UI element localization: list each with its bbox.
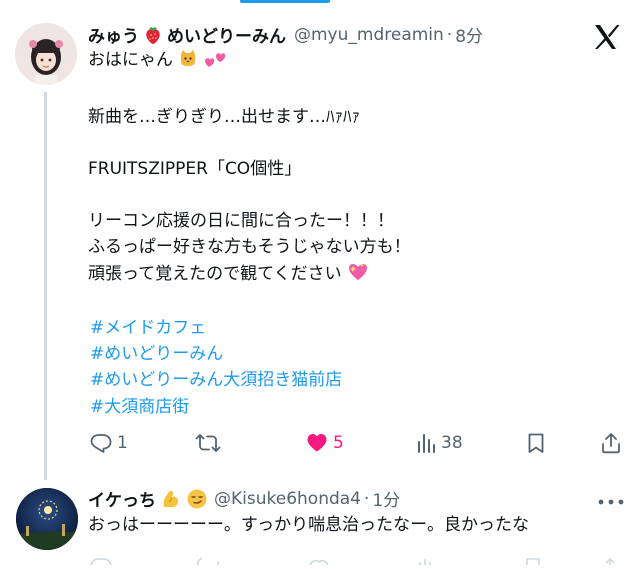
tweet-text-segment: 頑張って覚えたので観てください [88,264,342,284]
like-count: 5 [333,433,344,453]
repost-icon [195,434,221,452]
tweet-text-line: 頑張って覚えたので観てください [88,260,369,290]
flexed-biceps-icon [160,488,182,510]
author-name-suffix[interactable]: めいどりーみん [167,22,286,47]
heart-filled-icon [307,434,327,452]
sparkling-heart-icon [347,260,369,290]
views-count: 38 [441,433,463,453]
hashtag-link[interactable]: #メイドカフェ [90,313,206,338]
bookmark-button[interactable] [526,430,546,456]
author-name[interactable]: みゅう [88,22,139,47]
thread-connector [44,92,47,480]
separator-dot: · [364,488,370,509]
hashtag-link[interactable]: #めいどりーみん大須招き猫前店 [90,365,342,390]
repost-button[interactable] [195,430,221,456]
tweet-text-line: ふるっぱー好きな方もそうじゃない方も！ [88,237,411,257]
reply-author-avatar[interactable] [16,488,78,550]
greeting-text: おはにゃん [88,50,173,70]
tweet-header: みゅう めいどりーみん @myu_mdreamin · 8分 [88,22,483,48]
x-logo-icon [592,22,622,52]
tweet-text-line: リーコン応援の日に間に合ったー！！！ [88,211,394,231]
reply-count: 1 [117,433,128,453]
tweet-text-line: おはにゃん [88,47,226,76]
views-button[interactable]: 38 [416,430,463,456]
separator-dot: · [446,24,453,45]
reply-text: おっはーーーーー。すっかり喘息治ったなー。良かったな [88,515,529,535]
reply-button[interactable]: 1 [90,430,128,456]
like-button[interactable]: 5 [306,430,344,456]
reply-author-handle[interactable]: @Kisuke6honda4 [214,489,361,509]
views-chart-icon [418,434,435,453]
more-options-icon[interactable] [596,492,626,505]
share-button[interactable] [600,430,622,456]
smirking-face-icon [186,488,208,510]
two-hearts-icon [204,48,226,76]
tweet-timestamp[interactable]: 8分 [455,22,483,47]
cat-emoji-icon [178,48,198,76]
strawberry-icon [143,25,163,45]
scroll-indicator [240,0,330,3]
share-icon [602,433,620,454]
reply-action-row-partial [90,550,630,566]
reply-author-name[interactable]: イケっち [88,486,156,511]
bookmark-icon [528,433,544,453]
author-handle[interactable]: @myu_mdreamin [294,25,444,45]
tweet-text-line: FRUITSZIPPER「CO個性」 [88,159,302,179]
reply-timestamp[interactable]: 1分 [372,486,400,511]
reply-header: イケっち @Kisuke6honda4 · 1分 [88,486,400,512]
tweet-text-line: 新曲を…ぎりぎり…出せます…ﾊｧﾊｧ [88,107,360,127]
author-avatar[interactable] [15,23,77,85]
reply-icon [90,434,112,453]
hashtag-link[interactable]: #大須商店街 [90,392,189,417]
hashtag-link[interactable]: #めいどりーみん [90,339,223,364]
